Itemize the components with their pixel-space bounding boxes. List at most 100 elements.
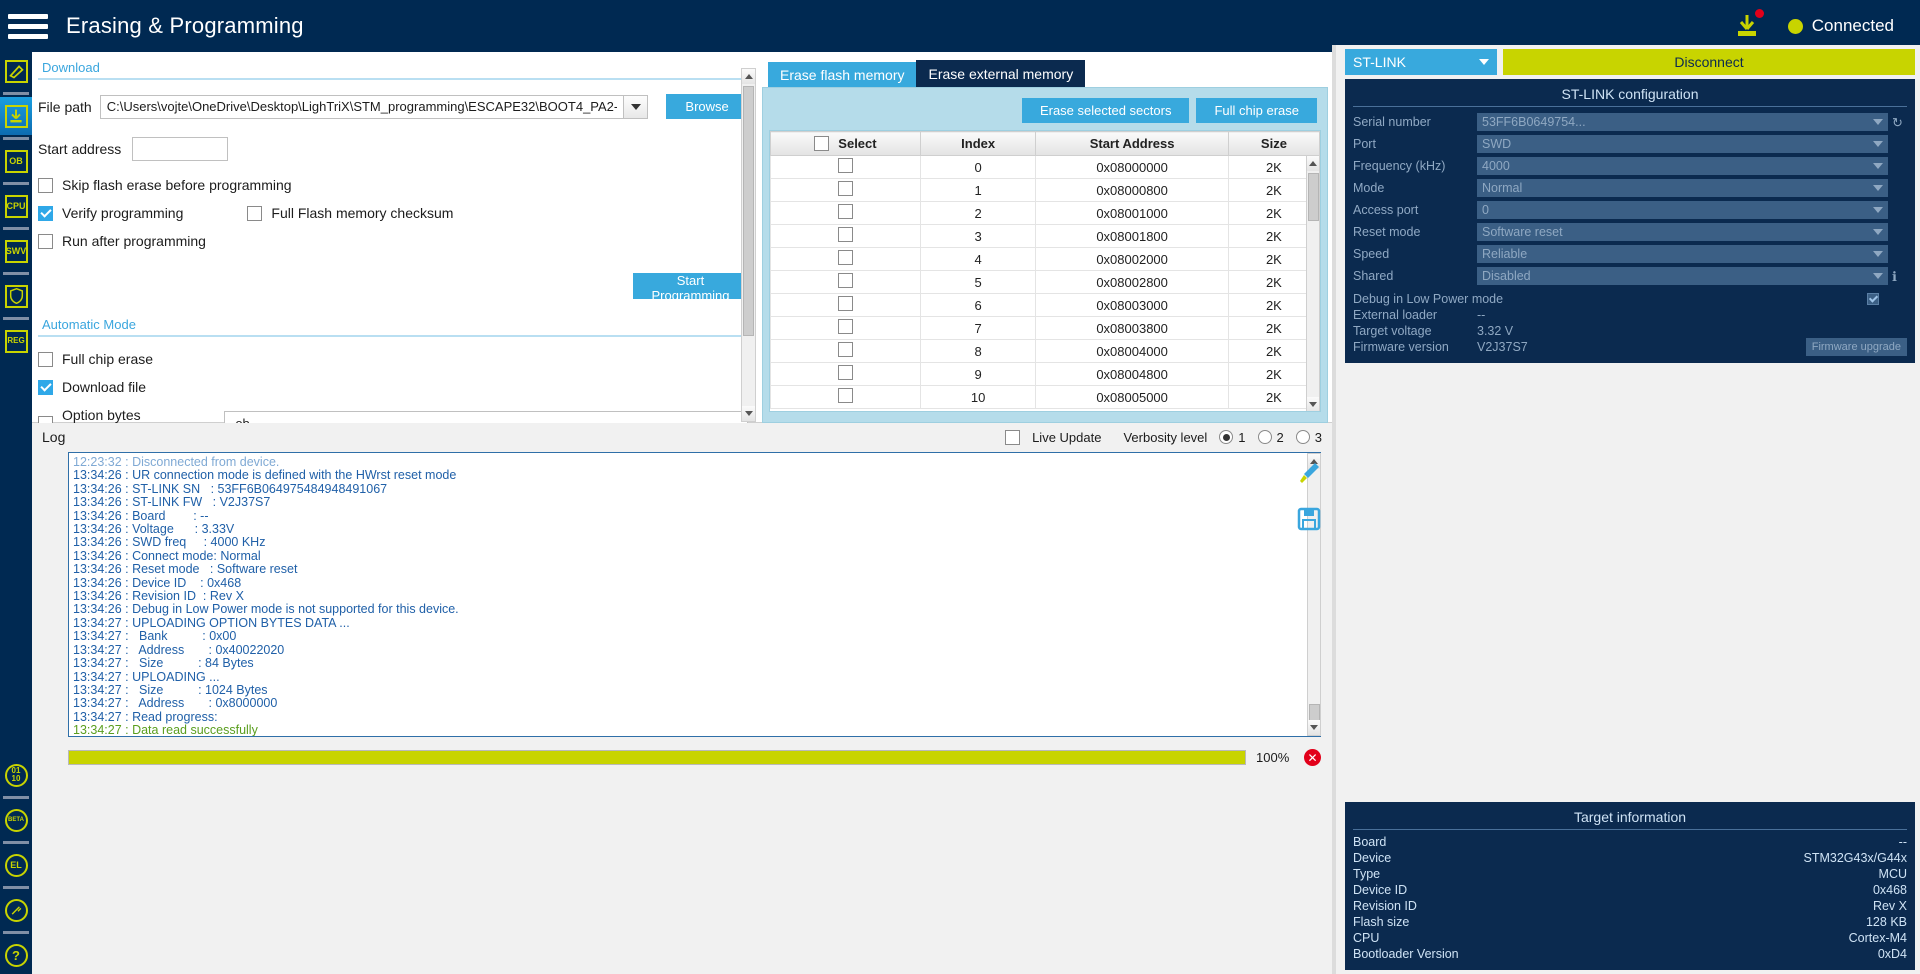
full-flash-checksum-checkbox[interactable] xyxy=(247,205,263,221)
cell-select[interactable] xyxy=(770,201,921,225)
table-row[interactable]: 10 0x08005000 2K xyxy=(770,385,1320,409)
cell-select[interactable] xyxy=(770,224,921,248)
skip-flash-erase-checkbox[interactable] xyxy=(38,177,53,193)
disconnect-button[interactable]: Disconnect xyxy=(1503,49,1915,75)
sidebar-item-register-view[interactable]: REG xyxy=(0,322,32,360)
stlink-field-shared[interactable]: Shared Disabled ℹ xyxy=(1353,266,1907,286)
stop-cancel-icon[interactable]: ✕ xyxy=(1304,749,1321,766)
sidebar-item-swv[interactable]: SWV xyxy=(0,232,32,270)
sidebar-item-memory-file-editing[interactable] xyxy=(0,52,32,90)
stlink-field-speed[interactable]: Speed Reliable xyxy=(1353,244,1907,264)
full-chip-erase-button[interactable]: Full chip erase xyxy=(1196,98,1317,123)
cell-select[interactable] xyxy=(770,293,921,317)
verify-programming-checkbox[interactable] xyxy=(38,205,53,221)
stlink-field-value[interactable]: 4000 xyxy=(1477,157,1888,175)
log-output[interactable]: 12:23:32 : Disconnected from device. 13:3… xyxy=(68,452,1321,737)
stlink-field-value[interactable]: Disabled xyxy=(1477,267,1888,285)
cell-select[interactable] xyxy=(770,155,921,179)
cell-select[interactable] xyxy=(770,178,921,202)
download-file-auto-checkbox[interactable] xyxy=(38,379,53,395)
table-row[interactable]: 8 0x08004000 2K xyxy=(770,339,1320,363)
full-chip-erase-auto-row[interactable]: Full chip erase xyxy=(38,351,748,367)
cell-select[interactable] xyxy=(770,385,921,409)
scroll-up-button[interactable] xyxy=(1307,156,1319,171)
start-address-input[interactable] xyxy=(132,137,228,161)
sidebar-item-cpu[interactable]: CPU xyxy=(0,187,32,225)
table-row[interactable]: 1 0x08000800 2K xyxy=(770,178,1320,202)
table-row[interactable]: 9 0x08004800 2K xyxy=(770,362,1320,386)
left-panel-scrollbar[interactable] xyxy=(741,68,756,422)
cell-select[interactable] xyxy=(770,270,921,294)
row-select-checkbox[interactable] xyxy=(837,319,853,334)
sidebar-item-usb-plug[interactable] xyxy=(0,891,32,929)
table-row[interactable]: 7 0x08003800 2K xyxy=(770,316,1320,340)
download-file-auto-row[interactable]: Download file xyxy=(38,379,748,395)
full-chip-erase-auto-checkbox[interactable] xyxy=(38,351,53,367)
row-select-checkbox[interactable] xyxy=(837,158,853,173)
sidebar-item-option-bytes[interactable]: OB xyxy=(0,142,32,180)
stlink-field-port[interactable]: Port SWD xyxy=(1353,134,1907,154)
sidebar-item-binary[interactable]: 01 10 xyxy=(0,756,32,794)
stlink-field-value[interactable]: SWD xyxy=(1477,135,1888,153)
file-path-history-dropdown[interactable] xyxy=(624,94,649,119)
verbosity-radio-3[interactable] xyxy=(1295,430,1310,444)
firmware-upgrade-button[interactable]: Firmware upgrade xyxy=(1805,338,1907,356)
stlink-field-value[interactable]: 53FF6B0649754... xyxy=(1477,113,1888,131)
verbosity-option-3[interactable]: 3 xyxy=(1295,430,1322,445)
hamburger-menu-icon[interactable] xyxy=(8,11,48,41)
erase-selected-sectors-button[interactable]: Erase selected sectors xyxy=(1021,98,1190,123)
scroll-up-button[interactable] xyxy=(742,69,755,84)
stlink-field-serial-number[interactable]: Serial number 53FF6B0649754... ↻ xyxy=(1353,112,1907,132)
floppy-save-icon[interactable] xyxy=(1294,504,1324,534)
debug-low-power-row[interactable]: Debug in Low Power mode xyxy=(1353,291,1907,307)
cell-select[interactable] xyxy=(770,316,921,340)
live-update-checkbox[interactable] xyxy=(1005,429,1021,445)
interface-select[interactable]: ST-LINK xyxy=(1345,49,1497,75)
scroll-down-button[interactable] xyxy=(1307,397,1319,411)
broom-clear-icon[interactable] xyxy=(1294,458,1324,488)
sectors-table-scrollbar[interactable] xyxy=(1306,155,1320,411)
stlink-field-reset-mode[interactable]: Reset mode Software reset xyxy=(1353,222,1907,242)
download-update-icon[interactable] xyxy=(1732,9,1764,41)
tab-erase-external-memory[interactable]: Erase external memory xyxy=(916,60,1086,87)
table-row[interactable]: 5 0x08002800 2K xyxy=(770,270,1320,294)
sidebar-item-security[interactable] xyxy=(0,277,32,315)
stlink-field-value[interactable]: Software reset xyxy=(1477,223,1888,241)
info-icon[interactable]: ℹ xyxy=(1892,269,1907,284)
verbosity-radio-1[interactable] xyxy=(1219,430,1234,444)
cell-select[interactable] xyxy=(770,362,921,386)
verbosity-option-2[interactable]: 2 xyxy=(1257,430,1284,445)
stlink-field-value[interactable]: Reliable xyxy=(1477,245,1888,263)
skip-flash-erase-row[interactable]: Skip flash erase before programming xyxy=(38,177,748,193)
row-select-checkbox[interactable] xyxy=(837,181,853,196)
stlink-field-access-port[interactable]: Access port 0 xyxy=(1353,200,1907,220)
verbosity-radio-2[interactable] xyxy=(1257,430,1272,444)
select-all-checkbox[interactable] xyxy=(814,136,830,151)
stlink-field-value[interactable]: 0 xyxy=(1477,201,1888,219)
scrollbar-thumb[interactable] xyxy=(1308,173,1319,221)
browse-button[interactable]: Browse xyxy=(666,94,748,119)
scrollbar-thumb[interactable] xyxy=(743,86,754,336)
sidebar-item-help[interactable]: ? xyxy=(0,936,32,974)
row-select-checkbox[interactable] xyxy=(837,227,853,242)
refresh-icon[interactable]: ↻ xyxy=(1892,115,1907,130)
debug-low-power-checkbox[interactable] xyxy=(1867,293,1879,305)
row-select-checkbox[interactable] xyxy=(837,388,853,403)
row-select-checkbox[interactable] xyxy=(837,365,853,380)
cell-select[interactable] xyxy=(770,339,921,363)
stlink-field-value[interactable]: Normal xyxy=(1477,179,1888,197)
row-select-checkbox[interactable] xyxy=(837,250,853,265)
sidebar-item-erasing-programming[interactable] xyxy=(0,97,32,135)
row-select-checkbox[interactable] xyxy=(837,273,853,288)
sidebar-item-external-loader[interactable]: EL xyxy=(0,846,32,884)
row-select-checkbox[interactable] xyxy=(837,342,853,357)
scroll-down-button[interactable] xyxy=(1308,720,1320,735)
file-path-input[interactable] xyxy=(99,94,625,119)
stlink-field-mode[interactable]: Mode Normal xyxy=(1353,178,1907,198)
row-select-checkbox[interactable] xyxy=(837,204,853,219)
run-after-programming-row[interactable]: Run after programming xyxy=(38,233,748,249)
verbosity-option-1[interactable]: 1 xyxy=(1219,430,1246,445)
table-row[interactable]: 6 0x08003000 2K xyxy=(770,293,1320,317)
sidebar-item-bug-beta[interactable]: BETA xyxy=(0,801,32,839)
scroll-down-button[interactable] xyxy=(742,406,755,421)
